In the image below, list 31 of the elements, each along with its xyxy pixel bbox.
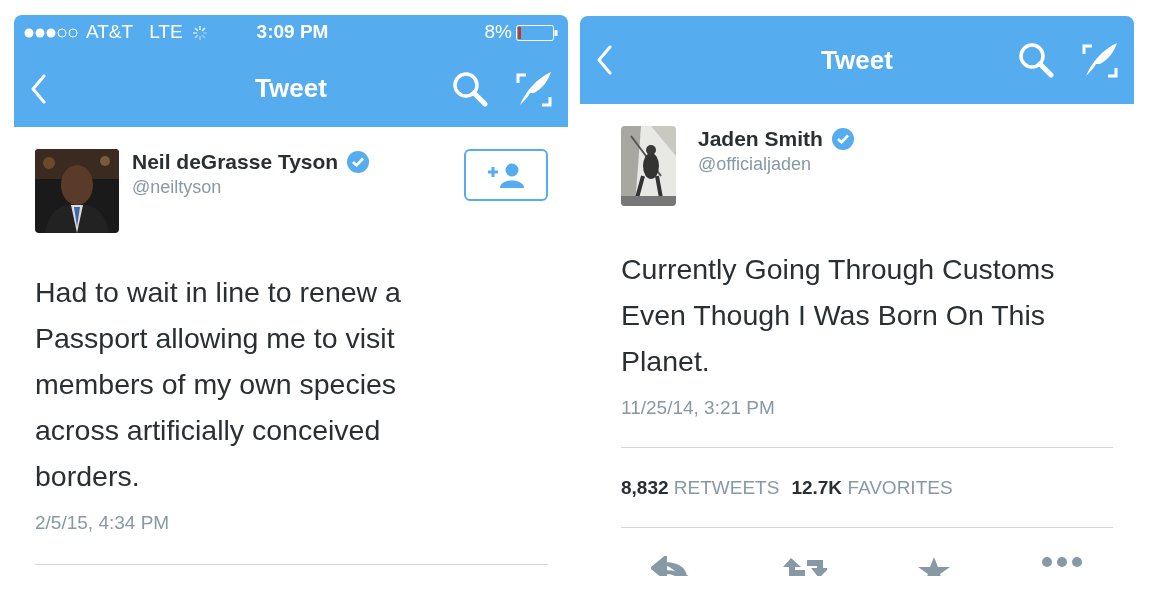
back-icon[interactable]: [596, 45, 612, 75]
carrier-name: AT&T: [86, 20, 134, 45]
clock-time: 3:09 PM: [256, 20, 329, 45]
follow-button[interactable]: [464, 149, 548, 201]
add-user-icon: [486, 162, 526, 188]
tweet-timestamp: 11/25/14, 3:21 PM: [621, 396, 776, 420]
activity-spinner-icon: [190, 23, 209, 42]
network-type: LTE: [149, 20, 183, 45]
tweet-timestamp: 2/5/15, 4:34 PM: [35, 511, 171, 535]
screen-title: Tweet: [255, 72, 327, 105]
search-icon[interactable]: [452, 70, 488, 107]
back-icon[interactable]: [30, 73, 46, 104]
compose-icon[interactable]: [516, 70, 552, 107]
signal-icon: [24, 26, 78, 39]
compose-icon[interactable]: [1082, 42, 1118, 78]
search-icon[interactable]: [1018, 42, 1054, 78]
star-icon[interactable]: [917, 556, 951, 576]
stat-count: 8,832 RETWEETS: [621, 475, 780, 500]
user-handle: @officialjaden: [698, 153, 812, 177]
retweet-icon[interactable]: [781, 556, 827, 576]
user-name: Neil deGrasse Tyson: [132, 149, 339, 175]
user-name: Jaden Smith: [698, 126, 823, 152]
reply-icon[interactable]: [651, 556, 691, 576]
stat-count: 12.7K FAVORITES: [791, 475, 953, 500]
screen-title: Tweet: [821, 43, 893, 77]
tweet-text: Currently Going Through Customs Even Though I Was Born On This Planet.: [621, 252, 1056, 379]
user-handle: @neiltyson: [132, 176, 223, 200]
more-icon[interactable]: [1041, 556, 1083, 568]
tweet-text: Had to wait in line to renew a Passport allowing me to visit members of my own species across artificially conceived borders.: [35, 275, 402, 494]
battery-percent: 8%: [484, 20, 512, 45]
battery-icon: [516, 24, 558, 41]
